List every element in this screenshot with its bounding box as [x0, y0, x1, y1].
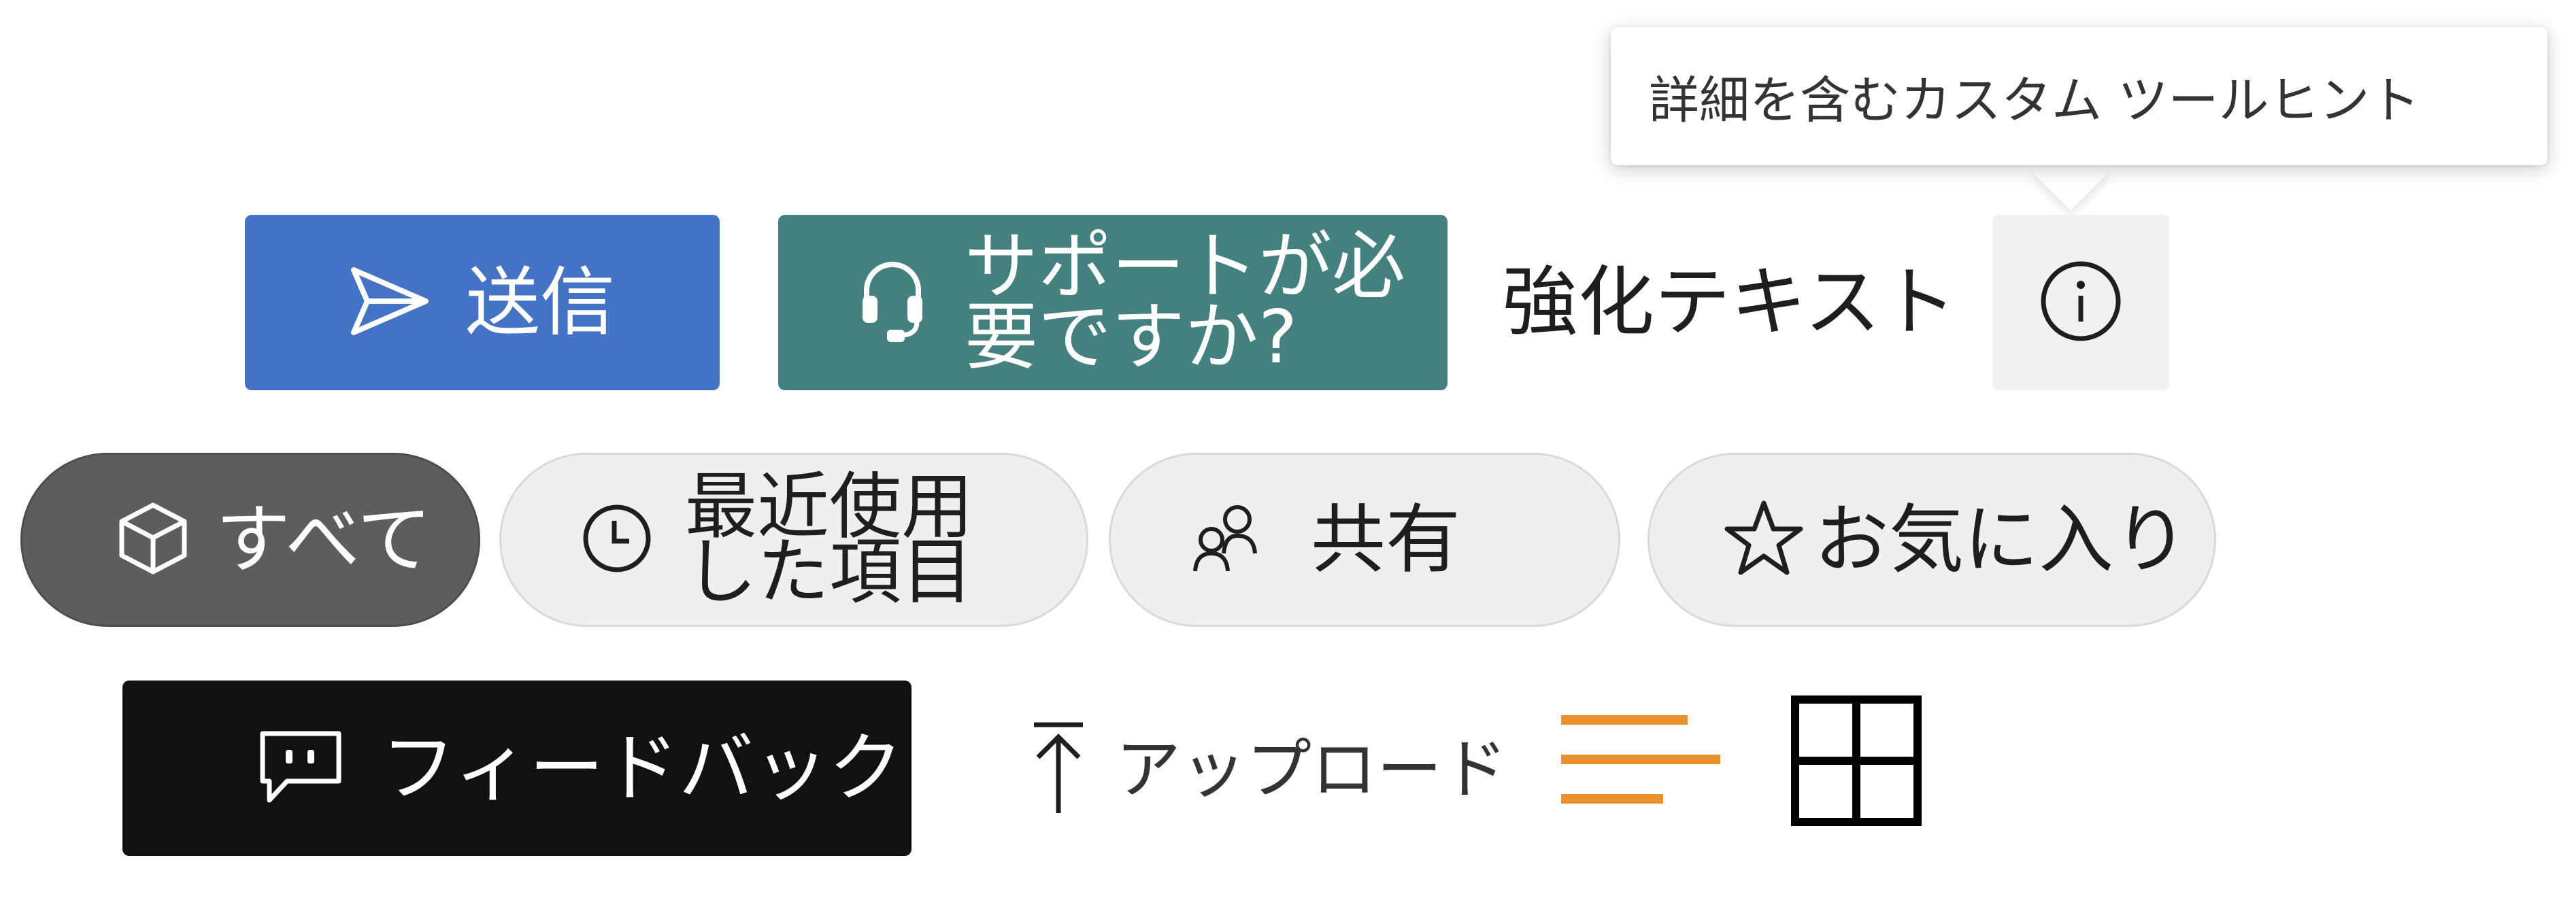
- star-icon: [1723, 499, 1805, 581]
- pill-shared-label: 共有: [1311, 496, 1460, 583]
- grid-icon[interactable]: [1791, 695, 1922, 829]
- upload-label: アップロード: [1116, 732, 1507, 808]
- pill-all-label: すべて: [216, 496, 432, 583]
- comment-icon: [258, 729, 343, 807]
- pill-shared[interactable]: 共有: [1109, 453, 1620, 627]
- pill-favorites-label: お気に入り: [1814, 496, 2188, 583]
- upload-icon: [1031, 721, 1086, 819]
- emphasized-text: 強化テキスト: [1502, 258, 1957, 347]
- send-icon: [350, 266, 431, 339]
- pill-all[interactable]: すべて: [20, 453, 480, 627]
- menu-lines-icon[interactable]: [1560, 712, 1723, 810]
- feedback-button[interactable]: フィードバック: [122, 681, 911, 856]
- help-button[interactable]: サポートが必 要ですか?: [778, 215, 1448, 390]
- info-button[interactable]: [1992, 215, 2169, 390]
- send-label: 送信: [465, 259, 615, 346]
- canvas: 詳細を含むカスタム ツールヒント 送信 サポートが必 要ですか? 強化テキスト: [0, 0, 2576, 911]
- help-label-line2: 要ですか?: [965, 295, 1298, 380]
- upload-button[interactable]: アップロード: [1031, 715, 1507, 824]
- pill-recent-label: 最近使用 した項目: [685, 471, 973, 608]
- tooltip-text: 詳細を含むカスタム ツールヒント: [1649, 71, 2420, 130]
- feedback-label: フィードバック: [381, 725, 903, 812]
- pill-recent-label-line2: した項目: [685, 530, 973, 614]
- cube-icon: [118, 501, 188, 579]
- tooltip: 詳細を含むカスタム ツールヒント: [1611, 27, 2547, 165]
- headset-icon: [860, 258, 925, 347]
- pill-recent[interactable]: 最近使用 した項目: [499, 453, 1088, 627]
- pill-favorites[interactable]: お気に入り: [1647, 453, 2216, 627]
- clock-icon: [582, 503, 652, 577]
- info-icon: [2039, 259, 2123, 346]
- send-button[interactable]: 送信: [245, 215, 720, 390]
- help-label: サポートが必 要ですか?: [965, 230, 1405, 375]
- people-icon: [1191, 503, 1262, 577]
